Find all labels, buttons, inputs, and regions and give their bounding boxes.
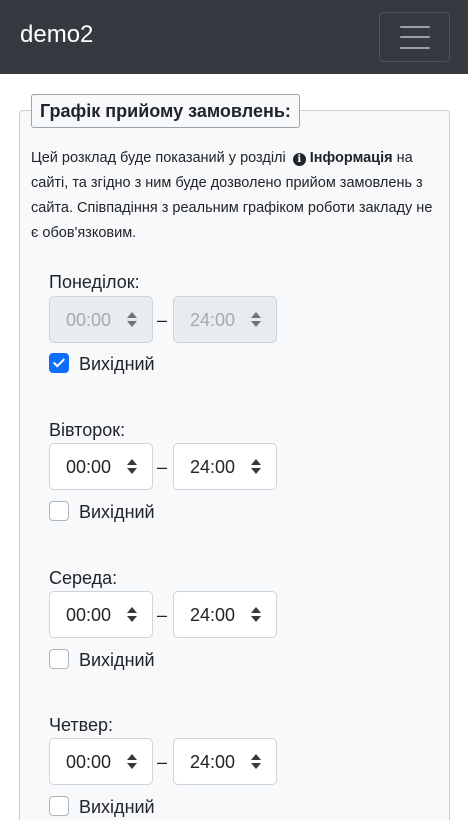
spinner-arrows-icon	[127, 754, 137, 770]
day-label-tuesday: Вівторок:	[49, 420, 126, 440]
navbar-toggle-button[interactable]	[379, 12, 450, 62]
wednesday-day-off-checkbox[interactable]	[49, 649, 69, 669]
spinner-arrows-icon	[127, 312, 137, 328]
spinner-arrows-icon	[251, 754, 261, 770]
time-separator: –	[157, 605, 168, 625]
spinner-arrows-icon	[251, 312, 261, 328]
wednesday-to-input[interactable]: 24:00	[173, 591, 277, 638]
time-separator: –	[157, 457, 168, 477]
monday-day-off-checkbox[interactable]	[49, 353, 69, 373]
thursday-to-input[interactable]: 24:00	[173, 738, 277, 785]
tuesday-day-off-label[interactable]: Вихідний	[79, 500, 155, 524]
spinner-arrows-icon	[251, 607, 261, 623]
tuesday-to-input[interactable]: 24:00	[173, 443, 277, 490]
day-label-thursday: Четвер:	[49, 715, 114, 735]
tuesday-day-off-checkbox[interactable]	[49, 501, 69, 521]
time-separator: –	[157, 310, 168, 330]
info-link: Інформація	[309, 150, 393, 166]
thursday-day-off-label[interactable]: Вихідний	[79, 795, 155, 819]
spinner-arrows-icon	[251, 459, 261, 475]
wednesday-day-off-label[interactable]: Вихідний	[79, 648, 155, 672]
monday-to-input[interactable]: 24:00	[173, 296, 277, 343]
tuesday-from-input[interactable]: 00:00	[49, 443, 153, 490]
time-separator: –	[157, 752, 168, 772]
navbar: demo2	[0, 0, 468, 74]
monday-from-input[interactable]: 00:00	[49, 296, 153, 343]
info-circle-icon: i	[292, 153, 306, 166]
schedule-title: Графік прийому замовлень:	[31, 94, 300, 128]
day-label-monday: Понеділок:	[49, 272, 140, 292]
brand-link[interactable]: demo2	[20, 18, 93, 52]
thursday-from-input[interactable]: 00:00	[49, 738, 153, 785]
day-label-wednesday: Середа:	[49, 568, 118, 588]
checkmark-icon	[52, 355, 66, 368]
thursday-day-off-checkbox[interactable]	[49, 796, 69, 816]
wednesday-from-input[interactable]: 00:00	[49, 591, 153, 638]
schedule-description: Цей розклад буде показаний у розділі i Ін…	[31, 150, 433, 241]
spinner-arrows-icon	[127, 607, 137, 623]
monday-day-off-label[interactable]: Вихідний	[79, 352, 155, 376]
spinner-arrows-icon	[127, 459, 137, 475]
